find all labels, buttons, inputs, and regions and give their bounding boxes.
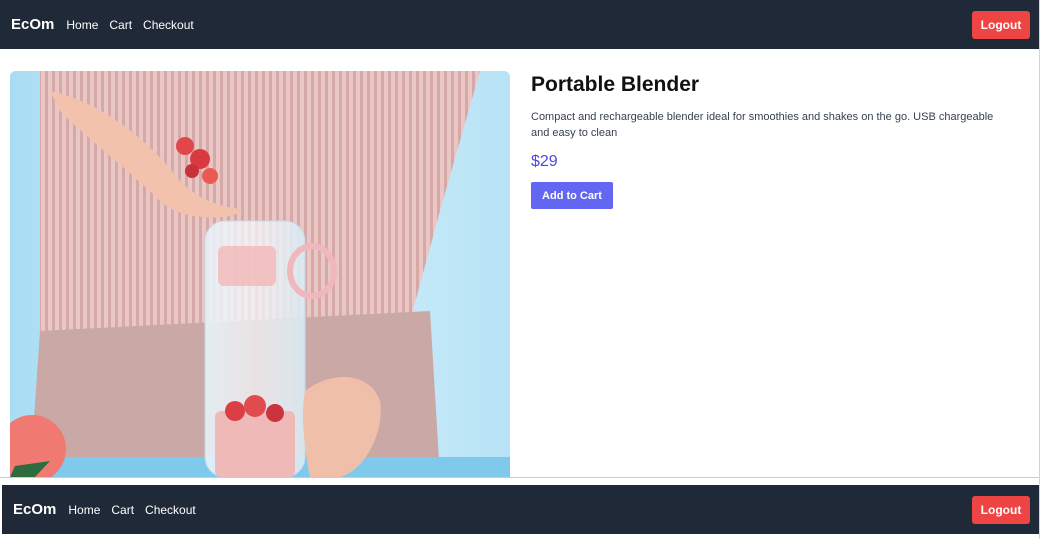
nav-left: EcOm Home Cart Checkout <box>11 16 205 33</box>
add-to-cart-button[interactable]: Add to Cart <box>531 182 613 209</box>
product-price: $29 <box>531 153 558 170</box>
footer-brand-logo[interactable]: EcOm <box>13 501 56 518</box>
footer-nav-link-home[interactable]: Home <box>68 503 100 517</box>
section-divider <box>0 477 1040 478</box>
product-photo-illustration <box>10 71 510 477</box>
footer-nav-link-checkout[interactable]: Checkout <box>145 503 196 517</box>
page-right-edge <box>1039 0 1040 539</box>
nav-link-checkout[interactable]: Checkout <box>143 18 194 32</box>
product-info: Portable Blender Compact and rechargeabl… <box>531 72 1021 209</box>
footer-nav-link-cart[interactable]: Cart <box>111 503 134 517</box>
footer-logout-button[interactable]: Logout <box>972 495 1030 524</box>
footer-nav-left: EcOm Home Cart Checkout <box>13 501 207 518</box>
product-detail: Portable Blender Compact and rechargeabl… <box>0 49 1039 477</box>
product-title: Portable Blender <box>531 73 700 96</box>
bottom-navbar: EcOm Home Cart Checkout Logout <box>2 485 1039 534</box>
logout-button[interactable]: Logout <box>972 10 1030 39</box>
top-navbar: EcOm Home Cart Checkout Logout <box>0 0 1039 49</box>
product-image <box>10 71 510 477</box>
product-description: Compact and rechargeable blender ideal f… <box>531 111 994 139</box>
brand-logo[interactable]: EcOm <box>11 16 54 33</box>
nav-link-home[interactable]: Home <box>66 18 98 32</box>
nav-link-cart[interactable]: Cart <box>109 18 132 32</box>
